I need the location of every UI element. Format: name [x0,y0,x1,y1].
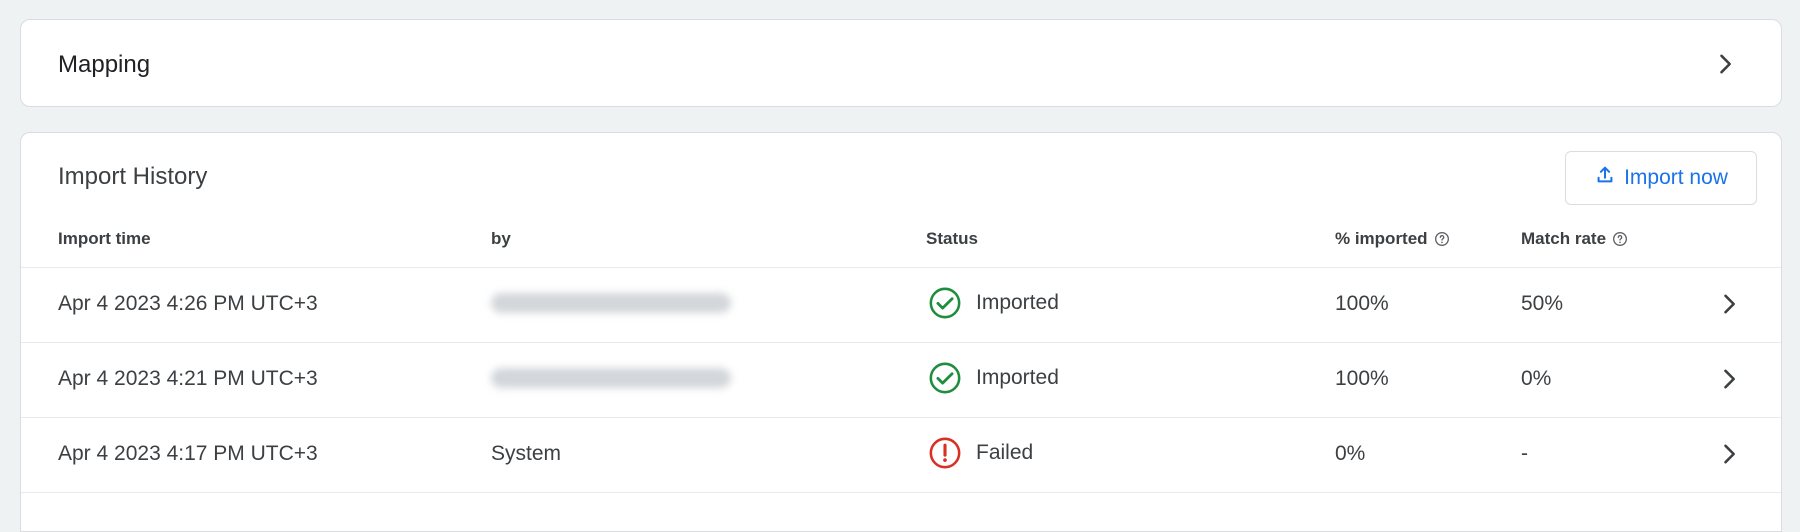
percent-imported-cell: 100% [1335,367,1389,390]
check-circle-icon [928,286,962,320]
table-header: Import time by Status % imported Match r… [21,209,1781,268]
status-label: Imported [976,366,1059,389]
column-import-time: Import time [58,229,151,248]
match-rate-cell: 50% [1521,292,1564,315]
percent-imported-cell: 0% [1335,442,1366,465]
column-match-rate-label: Match rate [1521,229,1607,248]
column-percent-imported: % imported [1335,229,1450,249]
mapping-title: Mapping [58,51,151,78]
match-rate-cell: - [1521,442,1528,465]
mapping-card[interactable]: Mapping [20,19,1782,107]
redacted-email [491,368,731,388]
import-time-cell: Apr 4 2023 4:26 PM UTC+3 [58,292,318,315]
status-label: Failed [976,441,1034,464]
column-percent-imported-label: % imported [1335,229,1428,248]
status-cell: Imported [928,361,1059,395]
status-label: Imported [976,291,1059,314]
match-rate-cell: 0% [1521,367,1552,390]
error-circle-icon [928,436,962,470]
import-time-cell: Apr 4 2023 4:17 PM UTC+3 [58,442,318,465]
import-history-card: Import History Import now Import time by… [20,132,1782,532]
help-circle-icon[interactable] [1434,231,1450,247]
column-status: Status [926,229,978,248]
upload-icon [1594,164,1616,192]
column-by: by [491,229,511,248]
by-cell: System [491,442,562,465]
chevron-right-icon[interactable] [1715,440,1743,468]
import-time-cell: Apr 4 2023 4:21 PM UTC+3 [58,367,318,390]
table-row[interactable]: Apr 4 2023 4:26 PM UTC+3 Imported 100% 5… [21,268,1781,343]
table-row[interactable]: Apr 4 2023 4:21 PM UTC+3 Imported 100% 0… [21,343,1781,418]
import-history-title: Import History [58,163,208,190]
percent-imported-cell: 100% [1335,292,1389,315]
chevron-right-icon[interactable] [1715,290,1743,318]
redacted-email [491,293,731,313]
status-cell: Failed [928,436,1033,470]
help-circle-icon[interactable] [1612,231,1628,247]
import-now-button[interactable]: Import now [1565,151,1757,205]
table-row[interactable]: Apr 4 2023 4:17 PM UTC+3 System Failed 0… [21,418,1781,493]
chevron-right-icon[interactable] [1711,50,1739,78]
chevron-right-icon[interactable] [1715,365,1743,393]
status-cell: Imported [928,286,1059,320]
check-circle-icon [928,361,962,395]
import-now-label: Import now [1624,166,1728,189]
column-match-rate: Match rate [1521,229,1628,249]
